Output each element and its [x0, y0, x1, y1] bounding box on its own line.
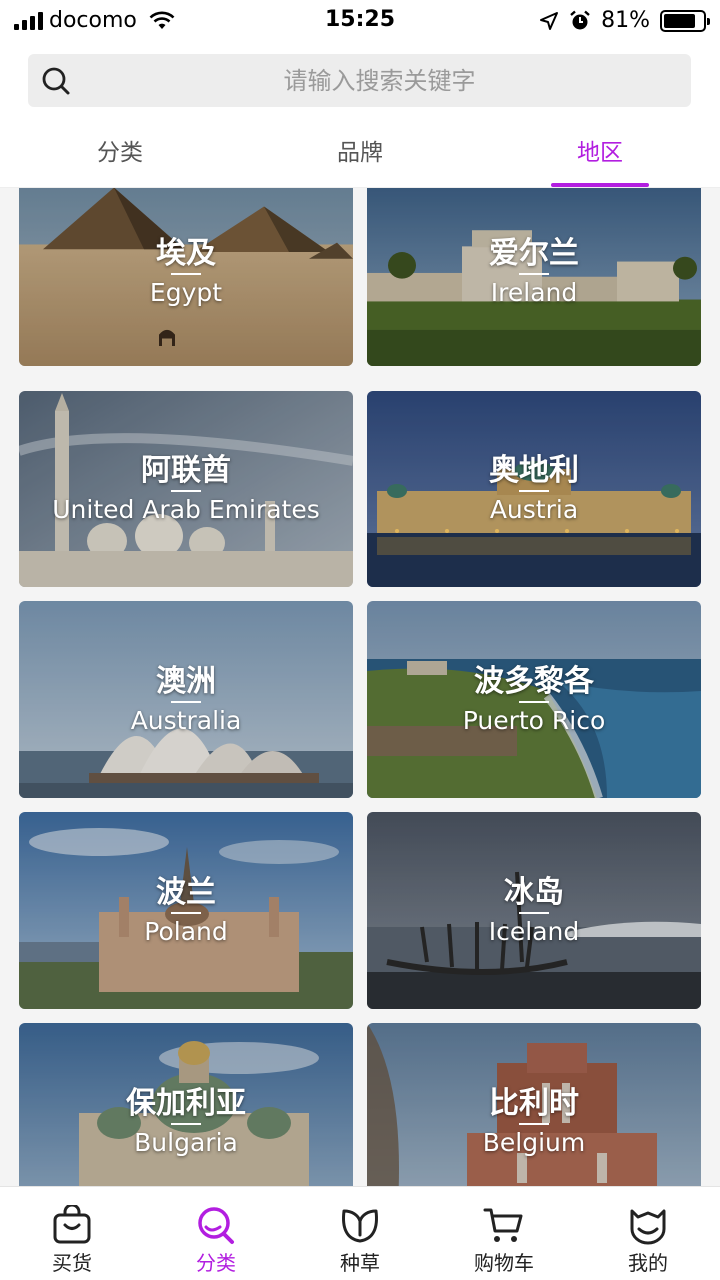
- search-icon: [198, 1207, 234, 1244]
- region-name-zh: 奥地利: [489, 453, 579, 488]
- cart-icon: [483, 1208, 523, 1242]
- region-card-iceland[interactable]: 冰岛 Iceland: [367, 812, 701, 1009]
- region-name-en: Ireland: [490, 278, 578, 307]
- search-bar[interactable]: [28, 54, 691, 107]
- region-label: 埃及 Egypt: [19, 235, 353, 309]
- shopping-bag-icon: [53, 1205, 91, 1244]
- region-name-zh: 保加利亚: [126, 1085, 246, 1121]
- status-bar: docomo 15:25 81%: [0, 0, 720, 40]
- bottom-nav: 买货 分类 种草 购物车 我的: [0, 1186, 720, 1280]
- region-grid: 埃及 Egypt 爱尔兰 Ireland 阿联酋 United Arab Emi…: [0, 188, 720, 1186]
- tab-label: 品牌: [337, 139, 383, 166]
- region-name-en: Austria: [489, 495, 579, 524]
- region-name-en: Poland: [144, 916, 228, 946]
- region-name-en: Belgium: [482, 1127, 586, 1157]
- region-card-austria[interactable]: 奥地利 Austria: [367, 391, 701, 587]
- region-card-puerto-rico[interactable]: 波多黎各 Puerto Rico: [367, 601, 701, 798]
- region-card-belgium[interactable]: 比利时 Belgium: [367, 1023, 701, 1186]
- status-right: 81%: [539, 8, 710, 33]
- nav-label: 购物车: [474, 1251, 534, 1275]
- region-name-en: Egypt: [149, 278, 223, 307]
- nav-item-buy[interactable]: 买货: [0, 1187, 144, 1280]
- region-name-en: Iceland: [488, 916, 580, 946]
- search-icon[interactable]: [40, 65, 72, 97]
- region-name-zh: 阿联酋: [141, 453, 231, 488]
- region-name-en: United Arab Emirates: [52, 495, 320, 524]
- region-name-zh: 埃及: [156, 236, 216, 271]
- region-card-uae[interactable]: 阿联酋 United Arab Emirates: [19, 391, 353, 587]
- label-divider: [171, 700, 201, 703]
- region-label: 阿联酋 United Arab Emirates: [19, 452, 353, 526]
- label-divider: [519, 273, 549, 275]
- label-divider: [171, 490, 201, 492]
- tab-brand[interactable]: 品牌: [240, 120, 480, 187]
- nav-label: 我的: [628, 1251, 668, 1275]
- category-tabs: 分类 品牌 地区: [0, 120, 720, 188]
- region-card-poland[interactable]: 波兰 Poland: [19, 812, 353, 1009]
- nav-item-mine[interactable]: 我的: [576, 1187, 720, 1280]
- region-name-en: Bulgaria: [134, 1127, 238, 1157]
- region-label: 比利时 Belgium: [367, 1085, 701, 1159]
- battery-fill: [664, 13, 695, 28]
- region-label: 保加利亚 Bulgaria: [19, 1085, 353, 1159]
- region-card-ireland[interactable]: 爱尔兰 Ireland: [367, 188, 701, 366]
- region-card-egypt[interactable]: 埃及 Egypt: [19, 188, 353, 366]
- region-label: 奥地利 Austria: [367, 452, 701, 526]
- label-divider: [519, 1122, 549, 1125]
- nav-item-cart[interactable]: 购物车: [432, 1187, 576, 1280]
- region-label: 波兰 Poland: [19, 874, 353, 948]
- region-card-australia[interactable]: 澳洲 Australia: [19, 601, 353, 798]
- region-name-zh: 比利时: [489, 1085, 579, 1121]
- region-name-zh: 澳洲: [156, 663, 216, 699]
- leaf-icon: [342, 1209, 378, 1243]
- location-arrow-icon: [540, 11, 559, 30]
- region-name-zh: 冰岛: [504, 874, 564, 910]
- tab-label: 分类: [97, 139, 143, 166]
- label-divider: [171, 273, 201, 275]
- label-divider: [519, 490, 549, 492]
- region-name-zh: 波多黎各: [474, 663, 594, 699]
- search-input[interactable]: [88, 54, 671, 107]
- tab-category[interactable]: 分类: [0, 120, 240, 187]
- region-name-zh: 波兰: [156, 874, 216, 910]
- label-divider: [519, 700, 549, 703]
- region-name-en: Puerto Rico: [462, 705, 606, 735]
- tab-label: 地区: [577, 139, 623, 166]
- nav-label: 买货: [52, 1251, 92, 1275]
- face-icon: [630, 1209, 666, 1245]
- nav-label: 分类: [196, 1251, 236, 1275]
- tab-region[interactable]: 地区: [480, 120, 720, 187]
- label-divider: [519, 911, 549, 914]
- region-label: 爱尔兰 Ireland: [367, 235, 701, 309]
- region-card-bulgaria[interactable]: 保加利亚 Bulgaria: [19, 1023, 353, 1186]
- nav-item-category[interactable]: 分类: [144, 1187, 288, 1280]
- nav-label: 种草: [340, 1251, 380, 1275]
- region-label: 波多黎各 Puerto Rico: [367, 663, 701, 737]
- battery-percent: 81%: [601, 8, 650, 33]
- nav-item-seed[interactable]: 种草: [288, 1187, 432, 1280]
- region-name-en: Australia: [130, 705, 242, 735]
- region-label: 澳洲 Australia: [19, 663, 353, 737]
- label-divider: [171, 911, 201, 914]
- region-name-zh: 爱尔兰: [489, 236, 579, 271]
- battery-icon: [660, 9, 710, 32]
- region-label: 冰岛 Iceland: [367, 874, 701, 948]
- alarm-clock-icon: [570, 10, 590, 29]
- label-divider: [171, 1122, 201, 1125]
